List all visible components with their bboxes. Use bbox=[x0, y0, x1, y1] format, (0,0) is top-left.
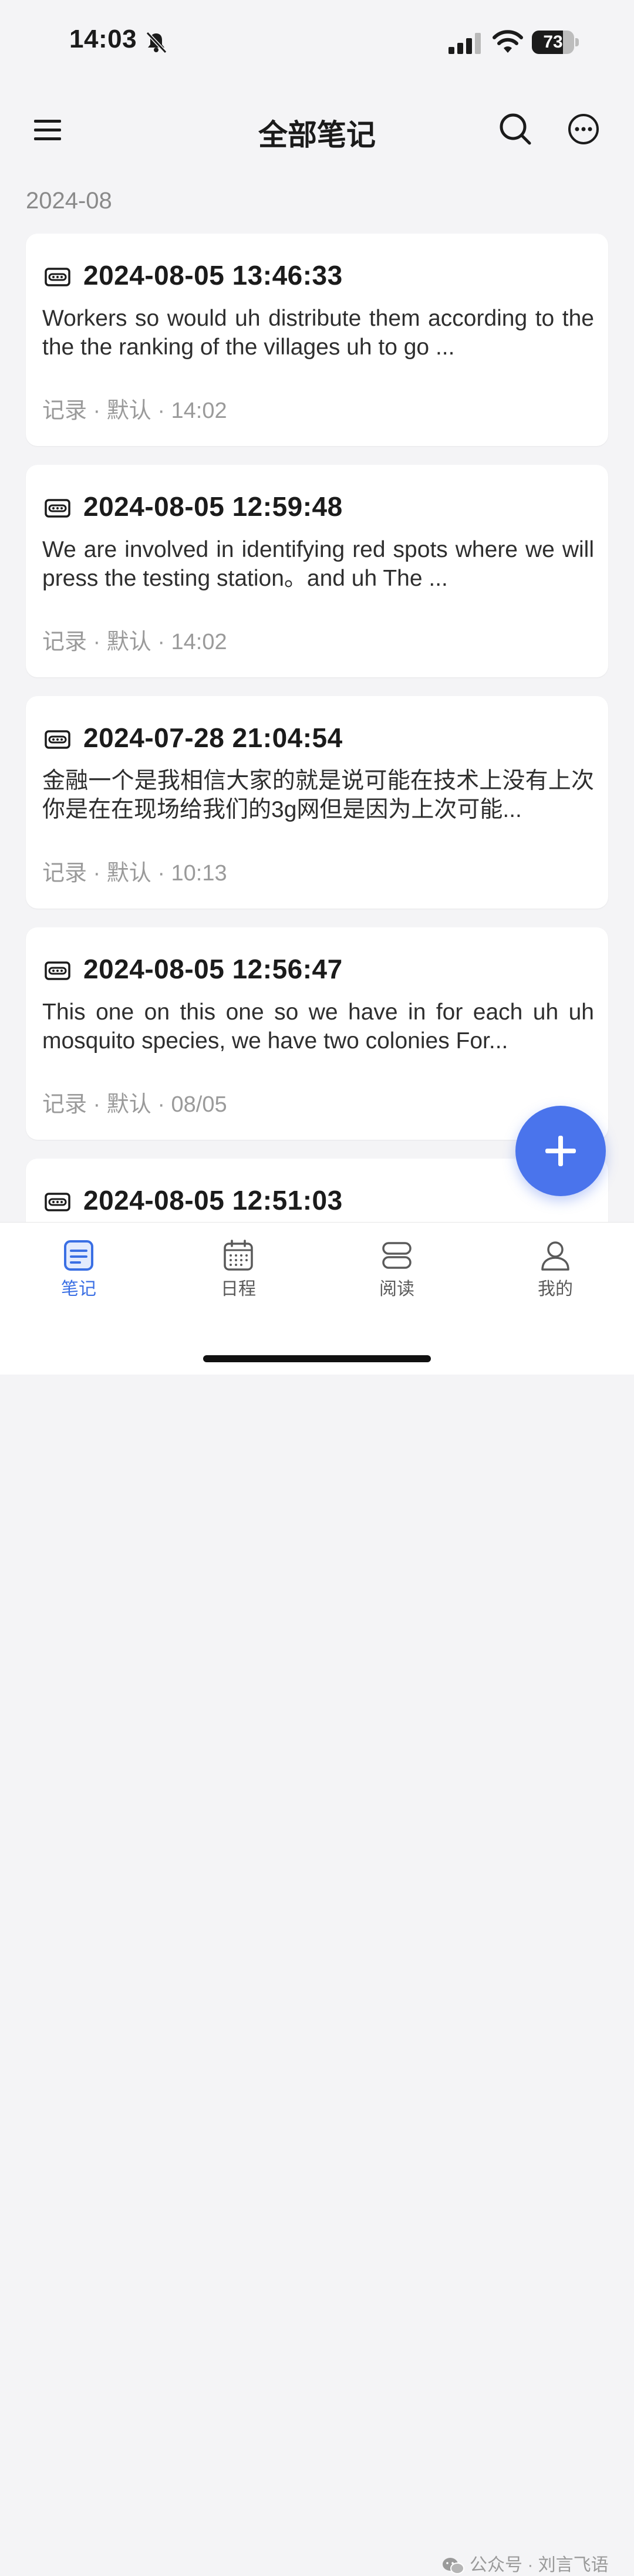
tab-notes[interactable]: 笔记 bbox=[32, 1239, 126, 1304]
tab-calendar[interactable]: 日程 bbox=[191, 1239, 285, 1304]
new-note-button[interactable] bbox=[515, 1106, 606, 1196]
note-title: 2024-07-28 21:04:54 bbox=[83, 723, 343, 753]
notes-icon bbox=[64, 1240, 93, 1271]
note-preview: This one on this one so we have in for e… bbox=[42, 1000, 594, 1054]
tab-label: 笔记 bbox=[61, 1279, 96, 1299]
reading-icon bbox=[382, 1242, 412, 1269]
calendar-icon bbox=[224, 1240, 253, 1271]
watermark-text: 公众号 · 刘言飞语 bbox=[470, 2555, 609, 2575]
tab-label: 日程 bbox=[221, 1279, 256, 1299]
voice-note-icon bbox=[45, 730, 70, 749]
tab-profile[interactable]: 我的 bbox=[508, 1239, 602, 1304]
note-preview: Workers so would uh distribute them acco… bbox=[42, 306, 594, 360]
voice-note-icon bbox=[45, 268, 70, 286]
note-card[interactable]: 2024-08-05 12:56:47 This one on this one… bbox=[26, 927, 608, 1140]
note-title: 2024-08-05 12:56:47 bbox=[83, 954, 343, 984]
note-meta: 记录 · 默认 · 10:13 bbox=[42, 861, 227, 886]
note-card[interactable]: 2024-08-05 13:46:33 Workers so would uh … bbox=[26, 234, 608, 446]
note-card[interactable]: 2024-08-05 12:59:48 We are involved in i… bbox=[26, 465, 608, 677]
tab-label: 阅读 bbox=[379, 1279, 414, 1299]
tab-label: 我的 bbox=[538, 1279, 573, 1299]
wechat-icon bbox=[443, 2558, 464, 2575]
bottom-tab-bar: 笔记 日程 阅读 我的 公众号 · 刘言飞语 bbox=[0, 1222, 634, 2575]
note-meta: 记录 · 默认 · 14:02 bbox=[42, 630, 227, 654]
note-list: 2024-08-05 13:46:33 Workers so would uh … bbox=[0, 0, 634, 1222]
note-meta: 记录 · 默认 · 08/05 bbox=[42, 1092, 227, 1117]
note-title: 2024-08-05 12:51:03 bbox=[83, 1185, 343, 1216]
note-preview: 金融一个是我相信大家的就是说可能在技术上没有上次你是在在现场给我们的3g网但是因… bbox=[42, 768, 594, 822]
note-preview: We are involved in identifying red spots… bbox=[42, 537, 594, 591]
voice-note-icon bbox=[45, 499, 70, 518]
profile-icon bbox=[541, 1241, 569, 1271]
voice-note-icon bbox=[45, 1193, 70, 1211]
note-meta: 记录 · 默认 · 14:02 bbox=[42, 399, 227, 423]
note-title: 2024-08-05 12:59:48 bbox=[83, 491, 343, 522]
voice-note-icon bbox=[45, 961, 70, 980]
note-title: 2024-08-05 13:46:33 bbox=[83, 260, 343, 291]
tab-reading[interactable]: 阅读 bbox=[350, 1239, 444, 1304]
home-indicator bbox=[203, 1355, 431, 1362]
note-card[interactable]: 2024-07-28 21:04:54 金融一个是我相信大家的就是说可能在技术上… bbox=[26, 696, 608, 909]
plus-icon bbox=[545, 1136, 576, 1166]
watermark: 公众号 · 刘言飞语 bbox=[441, 2550, 609, 2576]
